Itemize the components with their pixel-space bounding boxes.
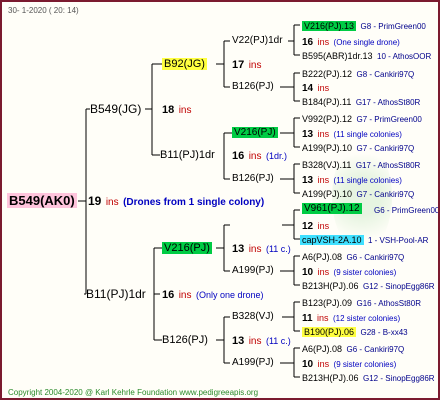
gen5-row[interactable]: A6(PJ).08 G6 - Cankiri97Q (302, 341, 404, 357)
root-node[interactable]: B549(AK0) (7, 193, 77, 208)
header-date: 30- 1-2020 ( 20: 14) (8, 6, 79, 15)
gen4-node[interactable]: B126(PJ) (232, 172, 274, 186)
gen5-row[interactable]: A6(PJ).08 G6 - Cankiri97Q (302, 249, 404, 265)
gen5-row[interactable]: G6 - PrimGreen00 (374, 202, 438, 218)
gen3-node[interactable]: B11(PJ)1dr (160, 148, 215, 162)
gen3-count-line: 16 ins (1dr.) (232, 150, 287, 162)
gen2-count-line: 16 ins (Only one drone) (162, 289, 264, 301)
gen5-row[interactable]: capVSH-2A.10 1 - VSH-Pool-AR (300, 232, 428, 248)
gen3-node[interactable]: B126(PJ) (162, 333, 208, 347)
gen3-count-line: 13 ins (11 c.) (232, 243, 291, 255)
footer-copyright: Copyright 2004-2020 @ Karl Kehrle Founda… (8, 388, 259, 397)
gen5-row[interactable]: B222(PJ).12 G8 - Cankiri97Q (302, 66, 414, 82)
gen5-row[interactable]: B123(PJ).09 G16 - AthosSt80R (302, 295, 421, 311)
gen4-node[interactable]: V216(PJ) (232, 126, 278, 140)
gen4-node[interactable]: V961(PJ).12 (302, 202, 362, 216)
gen4-node[interactable]: A199(PJ) (232, 356, 274, 370)
gen2-node[interactable]: B549(JG) (90, 102, 141, 116)
gen2-count-line: 18 ins (162, 104, 192, 116)
pedigree-frame: 30- 1-2020 ( 20: 14) Copyright 2004-2020… (0, 0, 440, 400)
gen5-row[interactable]: B213H(PJ).06 G12 - SinopEgg86R (302, 370, 435, 386)
root-note: (Drones from 1 single colony) (123, 197, 265, 208)
root-ins: ins (105, 197, 119, 208)
gen4-node[interactable]: B328(VJ) (232, 310, 274, 324)
root-label: B549(AK0) (7, 193, 77, 208)
gen4-node[interactable]: A199(PJ) (232, 264, 274, 278)
gen5-row[interactable]: A199(PJ).10 G7 - Cankiri97Q (302, 186, 414, 202)
gen5-row[interactable]: V992(PJ).12 G7 - PrimGreen00 (302, 111, 422, 127)
gen2-node[interactable]: B11(PJ)1dr (86, 287, 146, 301)
gen5-row[interactable]: A199(PJ).10 G7 - Cankiri97Q (302, 140, 414, 156)
gen4-node[interactable]: B126(PJ) (232, 80, 274, 94)
gen3-count-line: 17 ins (232, 59, 262, 71)
gen4-node[interactable]: V22(PJ)1dr (232, 34, 283, 48)
gen5-row[interactable]: V216(PJ).13 G8 - PrimGreen00 (302, 18, 426, 34)
root-count-line: 19 ins (Drones from 1 single colony) (88, 194, 264, 210)
gen5-row[interactable]: B213H(PJ).06 G12 - SinopEgg86R (302, 278, 435, 294)
gen3-count-line: 13 ins (11 c.) (232, 335, 291, 347)
gen3-node[interactable]: B92(JG) (162, 57, 207, 71)
gen5-row[interactable]: B595(ABR)1dr.13 10 - AthosOOR (302, 48, 431, 64)
gen5-row[interactable]: B190(PJ).06 G28 - B-xx43 (302, 324, 408, 340)
root-count: 19 (88, 194, 102, 208)
gen5-row[interactable]: B184(PJ).11 G17 - AthosSt80R (302, 94, 420, 110)
gen5-row[interactable]: B328(VJ).11 G17 - AthosSt80R (302, 157, 420, 173)
gen3-node[interactable]: V216(PJ) (162, 241, 212, 255)
